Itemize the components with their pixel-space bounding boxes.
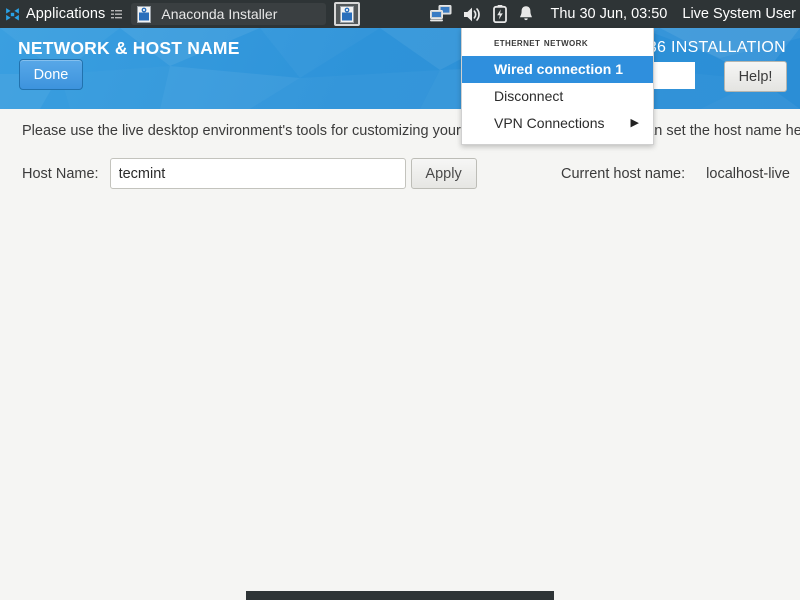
menu-item-vpn-connections[interactable]: VPN Connections ▶ [462,110,653,137]
main-content: Please use the live desktop environment'… [0,109,800,600]
bell-icon[interactable] [518,5,534,23]
current-host-name-value: localhost-live [706,166,790,182]
chevron-right-icon: ▶ [630,116,639,129]
applications-menu-label: Applications [26,6,106,22]
help-button[interactable]: Help! [724,61,787,92]
done-button[interactable]: Done [19,59,83,90]
menu-item-disconnect[interactable]: Disconnect [462,83,653,110]
host-name-row: Host Name: Apply [22,158,477,189]
taskbar-icon-button-anaconda[interactable] [334,2,361,26]
apply-button[interactable]: Apply [410,158,477,189]
network-description: Please use the live desktop environment'… [22,123,800,139]
current-host-name: Current host name: localhost-live [561,166,790,182]
menu-item-wired-connection-1[interactable]: Wired connection 1 [462,56,653,83]
current-host-name-label: Current host name: [561,166,686,182]
top-panel: Applications Anaconda Installer Thu 30 J… [0,0,800,28]
menu-section-header-ethernet: Ethernet Network [494,37,589,49]
system-tray [430,5,536,23]
network-dropdown-menu: Ethernet Network Wired connection 1 Disc… [461,28,654,145]
desktop-screen: Applications Anaconda Installer Thu 30 J… [0,0,800,600]
user-menu[interactable]: Live System User [682,6,796,22]
applications-grid-icon [4,6,21,23]
window-list-icon[interactable] [110,7,123,21]
bottom-message-tray[interactable] [246,591,554,600]
applications-menu-button[interactable]: Applications [0,0,128,28]
network-icon[interactable] [430,5,452,23]
distro-install-label: 36 INSTALLATION [647,39,786,56]
installer-header: NETWORK & HOST NAME Done 36 INSTALLATION… [0,28,800,109]
host-name-label: Host Name: [22,165,99,182]
taskbar-window-anaconda-installer[interactable]: Anaconda Installer [131,3,327,25]
menu-item-vpn-connections-label: VPN Connections [494,115,605,131]
volume-icon[interactable] [463,6,482,23]
host-name-input[interactable] [109,158,406,189]
battery-icon[interactable] [493,5,508,23]
taskbar-window-label: Anaconda Installer [161,6,278,22]
page-title: NETWORK & HOST NAME [18,38,240,58]
clock[interactable]: Thu 30 Jun, 03:50 [550,6,667,22]
anaconda-installer-icon [339,5,355,23]
anaconda-installer-icon [136,5,152,23]
